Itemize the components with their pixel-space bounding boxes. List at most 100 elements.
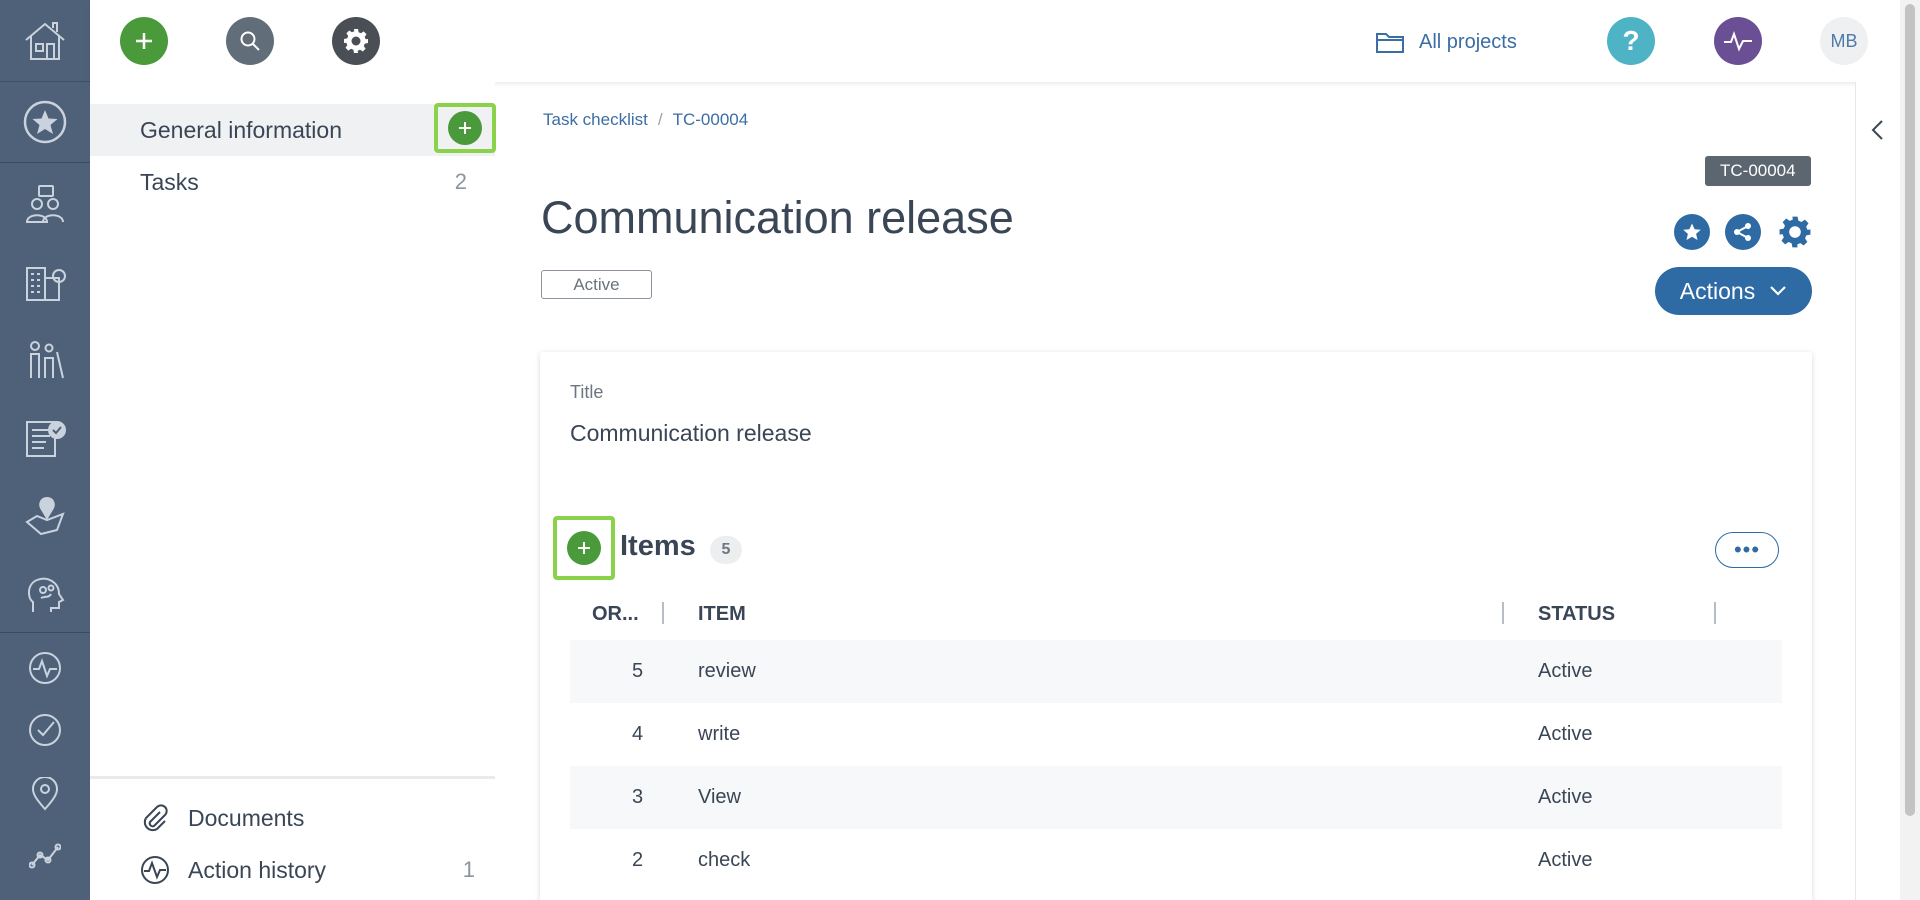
- settings-button[interactable]: [332, 17, 380, 65]
- rail-map-region[interactable]: [0, 486, 90, 546]
- nav-item-documents[interactable]: Documents: [140, 798, 304, 838]
- nav-item-count: 1: [462, 857, 475, 882]
- rail-tasks[interactable]: [0, 700, 90, 760]
- table-row[interactable]: 5 review Active: [570, 640, 1782, 703]
- breadcrumb: Task checklist / TC-00004: [543, 110, 748, 130]
- right-panel-toggle: [1855, 82, 1900, 900]
- plus-icon: [578, 542, 590, 554]
- column-resize-handle[interactable]: [1502, 602, 1504, 624]
- favorites-button[interactable]: [0, 92, 90, 152]
- nav-item-label: Documents: [188, 804, 305, 831]
- home-button[interactable]: [0, 0, 90, 82]
- gear-icon: [344, 29, 368, 53]
- checklist-icon: [26, 421, 66, 457]
- column-header-label: OR...: [592, 602, 639, 625]
- search-button[interactable]: [226, 17, 274, 65]
- title-field-value: Communication release: [570, 420, 812, 446]
- column-header-item[interactable]: ITEM: [698, 588, 746, 640]
- folder-icon: [1376, 33, 1404, 53]
- buildings-icon: [26, 267, 66, 301]
- table-row[interactable]: 3 View Active: [570, 766, 1782, 829]
- column-header-order[interactable]: OR...: [592, 588, 639, 640]
- map-pin-region-icon: [25, 496, 65, 536]
- cell-item: review: [698, 660, 756, 682]
- actions-label: Actions: [1679, 277, 1756, 304]
- nav-item-tasks[interactable]: Tasks 2: [90, 156, 495, 208]
- share-button[interactable]: [1725, 214, 1761, 250]
- favorite-button[interactable]: [1674, 214, 1710, 250]
- cell-order: 2: [632, 849, 644, 871]
- activity-icon: [29, 652, 61, 684]
- page-scrollbar[interactable]: [1900, 0, 1920, 900]
- cell-item: check: [698, 849, 751, 871]
- cell-status: Active: [1538, 660, 1593, 682]
- chevron-left-icon: [1871, 120, 1883, 140]
- rail-family[interactable]: [0, 330, 90, 390]
- scrollbar-thumb[interactable]: [1905, 4, 1915, 816]
- collapse-panel-button[interactable]: [1868, 118, 1888, 147]
- record-main: Task checklist / TC-00004 TC-00004 Commu…: [495, 82, 1855, 900]
- cell-status: Active: [1538, 723, 1593, 745]
- all-projects-link[interactable]: All projects: [1375, 26, 1517, 58]
- home-icon: [25, 21, 65, 60]
- avatar[interactable]: MB: [1820, 17, 1868, 65]
- table-row[interactable]: 2 check Active: [570, 829, 1782, 892]
- share-icon: [1734, 223, 1751, 241]
- rail-people-chat[interactable]: [0, 174, 90, 234]
- top-bar: All projects ? MB: [90, 0, 1900, 82]
- nav-item-action-history[interactable]: Action history 1: [140, 850, 475, 890]
- cell-order: 5: [632, 660, 644, 682]
- breadcrumb-current[interactable]: TC-00004: [673, 110, 749, 130]
- cell-item: write: [698, 723, 741, 745]
- title-field-label: Title: [570, 382, 604, 402]
- gear-icon: [1779, 216, 1811, 248]
- add-item-button[interactable]: [567, 531, 601, 565]
- status-badge: Active: [541, 270, 652, 299]
- cell-item: View: [698, 786, 741, 808]
- items-heading: Items: [620, 530, 696, 562]
- search-icon: [240, 31, 260, 51]
- rail-head-ideas[interactable]: [0, 564, 90, 624]
- chevron-down-icon: [1770, 286, 1786, 296]
- check-circle-icon: [29, 714, 61, 746]
- cell-status: Active: [1538, 786, 1593, 808]
- help-button[interactable]: ?: [1607, 17, 1655, 65]
- nav-item-label: Tasks: [140, 168, 199, 195]
- breadcrumb-parent[interactable]: Task checklist: [543, 110, 648, 130]
- table-row[interactable]: 4 write Active: [570, 703, 1782, 766]
- all-projects-label: All projects: [1419, 30, 1517, 53]
- rail-activity[interactable]: [0, 638, 90, 698]
- rail-buildings[interactable]: [0, 252, 90, 312]
- column-header-status[interactable]: STATUS: [1538, 588, 1615, 640]
- plus-icon: [136, 33, 152, 49]
- more-icon: •••: [1733, 537, 1761, 562]
- add-section-button[interactable]: [448, 111, 482, 145]
- star-icon: [1683, 223, 1701, 240]
- items-more-button[interactable]: •••: [1715, 532, 1779, 568]
- details-card: Title Communication release Items 5 ••• …: [540, 352, 1812, 900]
- left-rail: [0, 0, 90, 900]
- record-settings-button[interactable]: [1777, 214, 1813, 250]
- cell-order: 4: [632, 723, 644, 745]
- activity-button[interactable]: [1714, 17, 1762, 65]
- paperclip-icon: [143, 804, 168, 832]
- record-id-badge: TC-00004: [1705, 156, 1811, 186]
- avatar-initials: MB: [1830, 30, 1858, 51]
- actions-dropdown-button[interactable]: Actions: [1655, 267, 1812, 315]
- plus-icon: [459, 122, 471, 134]
- location-icon: [31, 777, 59, 811]
- star-icon: [23, 100, 67, 144]
- record-nav: General information Tasks 2 Documents Ac…: [90, 82, 496, 900]
- column-resize-handle[interactable]: [1714, 602, 1716, 624]
- column-resize-handle[interactable]: [662, 602, 664, 624]
- activity-icon: [141, 856, 169, 884]
- chart-line-icon: [29, 843, 61, 869]
- help-icon: ?: [1622, 25, 1640, 56]
- rail-checklist[interactable]: [0, 408, 90, 468]
- head-ideas-icon: [27, 577, 65, 612]
- column-header-label: ITEM: [698, 602, 746, 625]
- rail-chart[interactable]: [0, 826, 90, 886]
- pulse-icon: [1724, 31, 1752, 52]
- rail-location[interactable]: [0, 764, 90, 824]
- create-button[interactable]: [120, 17, 168, 65]
